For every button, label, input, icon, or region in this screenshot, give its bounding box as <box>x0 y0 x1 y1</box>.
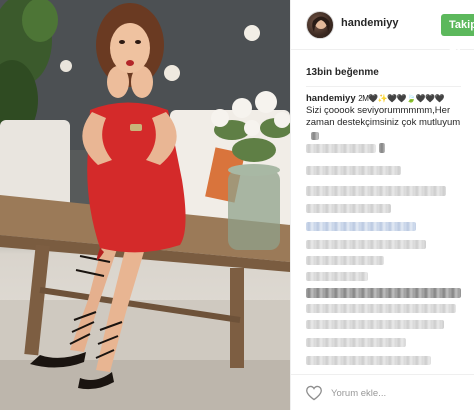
likes-divider <box>306 86 461 87</box>
blurred-comment <box>379 143 385 153</box>
post-caption: handemiyy 2M🖤✨🖤🖤🍃🖤🖤🖤 Sizi çooook seviyor… <box>306 93 468 129</box>
avatar-image <box>312 16 330 38</box>
blurred-comment <box>306 240 426 249</box>
post-header: handemiyy Takip Et <box>291 0 474 53</box>
blurred-comment <box>306 144 376 153</box>
profile-avatar[interactable] <box>306 11 334 39</box>
wall-light-1 <box>244 25 260 41</box>
caption-text: Sizi çooook seviyorummmmm,Her zaman dest… <box>306 105 461 128</box>
comment-input[interactable] <box>331 384 466 402</box>
photo-illustration <box>0 0 290 410</box>
caption-emoji-text: 2M🖤✨🖤🖤🍃🖤🖤🖤 <box>358 94 445 103</box>
blurred-comment <box>306 166 401 175</box>
post-side-panel: handemiyy Takip Et 13bin beğenme handemi… <box>290 0 474 410</box>
blurred-comment <box>306 256 384 265</box>
blurred-comment <box>311 132 319 140</box>
blurred-comment <box>306 204 391 213</box>
comment-bar <box>291 374 474 410</box>
blurred-comment <box>306 222 416 231</box>
blurred-comment <box>306 338 406 347</box>
blurred-comment <box>306 186 446 196</box>
blurred-comment <box>306 288 461 298</box>
post-photo[interactable] <box>0 0 290 410</box>
blurred-comment <box>306 272 368 281</box>
blurred-comment <box>306 304 456 313</box>
blurred-comment <box>306 356 431 365</box>
caption-username[interactable]: handemiyy <box>306 93 356 104</box>
blurred-comment <box>306 320 444 329</box>
heart-outline-icon[interactable] <box>305 385 323 401</box>
likes-count[interactable]: 13bin beğenme <box>306 67 379 78</box>
wall-light-2 <box>164 65 180 81</box>
follow-button[interactable]: Takip Et <box>441 14 474 53</box>
username-link[interactable]: handemiyy <box>341 17 398 29</box>
